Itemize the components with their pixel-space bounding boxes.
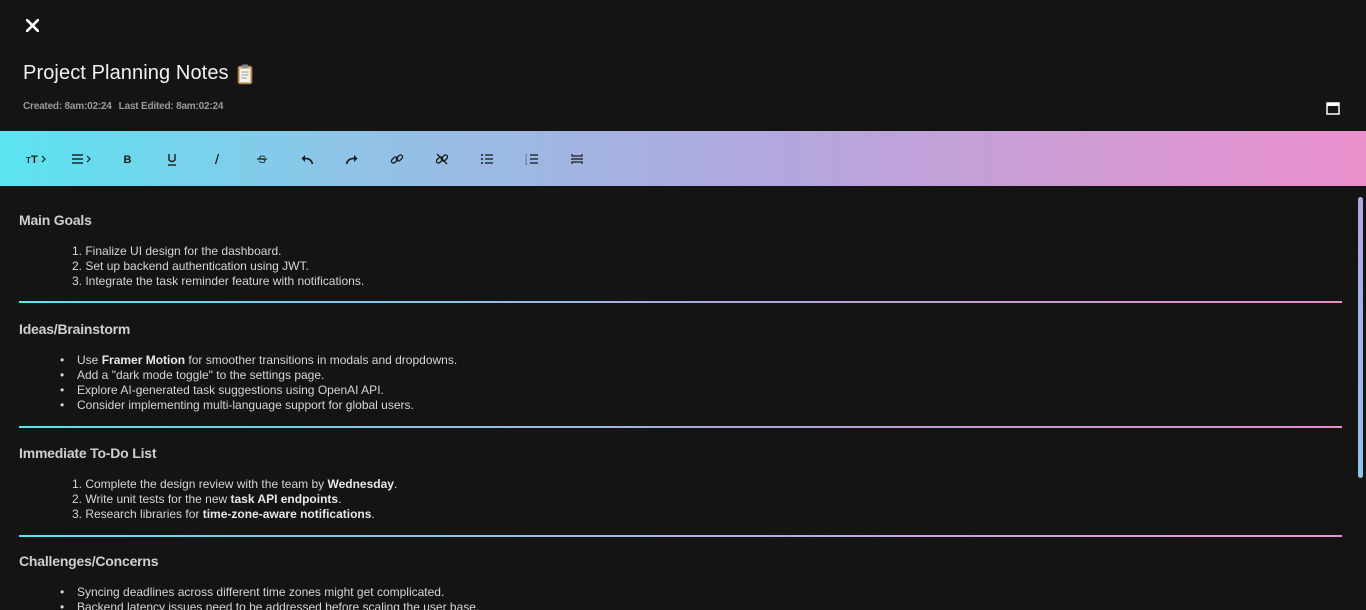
horizontal-rule-icon	[570, 153, 583, 164]
underline-icon	[167, 153, 176, 166]
section-heading: Immediate To-Do List	[19, 445, 157, 461]
list-item: Consider implementing multi-language sup…	[60, 398, 1342, 413]
scrollbar[interactable]	[1358, 197, 1363, 478]
link-button[interactable]	[374, 144, 419, 174]
bullet-list: Use Framer Motion for smoother transitio…	[60, 353, 1342, 413]
svg-text:T: T	[31, 154, 38, 166]
close-button[interactable]	[22, 14, 42, 36]
link-icon	[390, 153, 403, 164]
list-item: Backend latency issues need to be addres…	[60, 600, 1342, 610]
page-title[interactable]: Project Planning Notes	[23, 62, 229, 85]
list-item: Finalize UI design for the dashboard.	[72, 244, 1342, 259]
section-main-goals: Main Goals Finalize UI design for the da…	[19, 212, 1342, 289]
italic-button[interactable]	[194, 144, 239, 174]
bullet-list-button[interactable]	[464, 144, 509, 174]
strikethrough-icon: S	[256, 154, 267, 166]
section-divider	[19, 426, 1342, 428]
font-size-button[interactable]: T T	[14, 144, 59, 174]
strikethrough-button[interactable]: S	[239, 144, 284, 174]
underline-button[interactable]	[149, 144, 194, 174]
list-item: Syncing deadlines across different time …	[60, 585, 1342, 600]
redo-icon	[345, 154, 357, 164]
horizontal-rule-button[interactable]	[554, 144, 599, 174]
section-heading: Challenges/Concerns	[19, 553, 159, 569]
calendar-icon[interactable]	[1326, 101, 1340, 115]
list-item: Use Framer Motion for smoother transitio…	[60, 353, 1342, 368]
list-item: Integrate the task reminder feature with…	[72, 274, 1342, 289]
clipboard-icon	[237, 64, 253, 84]
formatting-toolbar: T T B S 1 2 3	[0, 131, 1366, 186]
section-heading: Ideas/Brainstorm	[19, 321, 131, 337]
section-challenges: Challenges/Concerns Syncing deadlines ac…	[19, 553, 1342, 610]
numbered-list-icon: 1 2 3	[525, 152, 538, 165]
list-item: Add a "dark mode toggle" to the settings…	[60, 368, 1342, 383]
redo-button[interactable]	[329, 144, 374, 174]
numbered-list-button[interactable]: 1 2 3	[509, 144, 554, 174]
section-divider	[19, 301, 1342, 303]
italic-icon	[214, 153, 219, 164]
align-button[interactable]	[59, 144, 104, 174]
title-row: Project Planning Notes	[23, 62, 255, 85]
list-item: Research libraries for time-zone-aware n…	[72, 507, 1342, 522]
bold-icon: B	[123, 154, 131, 166]
svg-text:3: 3	[525, 160, 528, 165]
svg-text:S: S	[258, 154, 265, 166]
section-todo: Immediate To-Do List Complete the design…	[19, 445, 1342, 522]
section-ideas: Ideas/Brainstorm Use Framer Motion for s…	[19, 321, 1342, 413]
list-item: Write unit tests for the new task API en…	[72, 492, 1342, 507]
bullet-list-icon	[480, 153, 493, 164]
section-divider	[19, 535, 1342, 537]
undo-button[interactable]	[284, 144, 329, 174]
ordered-list: Finalize UI design for the dashboard. Se…	[72, 244, 1342, 289]
bold-button[interactable]: B	[104, 144, 149, 174]
created-timestamp: Created: 8am:02:24	[23, 101, 112, 112]
list-item: Explore AI-generated task suggestions us…	[60, 383, 1342, 398]
last-edited-timestamp: Last Edited: 8am:02:24	[118, 101, 224, 112]
list-item: Complete the design review with the team…	[72, 477, 1342, 492]
close-icon	[25, 18, 39, 32]
font-size-icon: T T	[26, 154, 46, 166]
align-icon	[71, 153, 91, 164]
bullet-list: Syncing deadlines across different time …	[60, 585, 1342, 610]
note-metadata: Created: 8am:02:24 Last Edited: 8am:02:2…	[23, 101, 223, 112]
ordered-list: Complete the design review with the team…	[72, 477, 1342, 522]
note-editor[interactable]: Main Goals Finalize UI design for the da…	[0, 186, 1366, 610]
unlink-button[interactable]	[419, 144, 464, 174]
svg-text:B: B	[123, 154, 131, 166]
section-heading: Main Goals	[19, 212, 92, 228]
list-item: Set up backend authentication using JWT.	[72, 259, 1342, 274]
unlink-icon	[435, 153, 448, 164]
undo-icon	[301, 154, 313, 164]
